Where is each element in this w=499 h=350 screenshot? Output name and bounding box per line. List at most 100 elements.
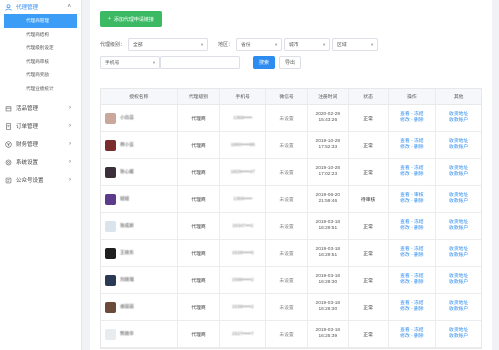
table-row: 刘晓瑞 代理商 1588•••••2 未设置 2019-03-18 16:28:30 正常查… [101,267,481,294]
payment-account-link[interactable]: 收款账户 [449,334,468,341]
sidebar-item-agent-level[interactable]: 代理级别设定 [0,41,81,55]
sidebar-item-agent-reward[interactable]: 代理商奖励 [0,68,81,82]
wechat-cell: 未设置 [266,105,308,131]
search-button[interactable]: 搜索 [253,56,276,69]
agent-submenu: 代理商管理 代理商结构 代理级别设定 代理商审核 代理商奖励 代理业绩统计 [0,14,81,95]
province-select[interactable]: 省份 ▼ [236,38,283,51]
column-header: 注册时间 [308,89,349,104]
sidebar-group-system[interactable]: 系统设置 › [0,153,81,171]
phone-cell: 1369••••• [220,105,267,131]
chevron-right-icon: › [69,177,71,183]
register-time-cell: 2019-10-28 17:52:33 [308,132,349,158]
order-icon [5,122,12,130]
sidebar-group-finance[interactable]: 财务管理 › [0,135,81,153]
add-agent-link-label: 添加代理申请链接 [113,16,154,23]
sidebar-group-goods[interactable]: 活品管理 › [0,99,81,117]
other-cell: 收货地址 收款账户 [436,321,481,347]
operations-cell: 查看 - 冻结 修改 - 删除 [389,132,437,158]
payment-account-link[interactable]: 收款账户 [449,307,468,314]
money-icon [5,140,12,148]
phone-cell: 1890•••••86 [220,132,267,158]
sidebar-group-order[interactable]: 订单管理 › [0,117,81,135]
edit-delete-links[interactable]: 修改 - 删除 [400,226,423,233]
chevron-down-icon: ▼ [370,42,375,47]
avatar [105,193,116,205]
wechat-cell: 未设置 [266,267,308,293]
avatar [105,247,116,259]
payment-account-link[interactable]: 收款账户 [449,280,468,287]
register-clock: 16:25:39 [318,334,338,339]
agent-name: 小白菜 [120,115,134,120]
status-cell: 正常 [349,132,389,158]
payment-account-link[interactable]: 收款账户 [449,253,468,260]
city-select[interactable]: 城市 ▼ [284,38,331,51]
register-time-cell: 2020-02-29 15:43:26 [308,105,349,131]
add-agent-link-button[interactable]: + 添加代理申请链接 [100,11,162,27]
level-cell: 代理商 [178,213,221,239]
level-select[interactable]: 全部 ▼ [128,38,209,51]
table-row: 张心媛 代理商 1829•••••47 未设置 2019-10-28 17:02:23 正常… [101,159,481,186]
chevron-up-icon: ˄ [67,4,71,10]
register-clock: 16:29:51 [318,253,338,258]
edit-delete-links[interactable]: 修改 - 删除 [400,118,423,125]
operations-cell: 查看 - 冻结 修改 - 删除 [389,294,437,320]
payment-account-link[interactable]: 收款账户 [449,172,468,179]
phone-value: 1369••••• [233,196,253,202]
sidebar-group-agent[interactable]: 代理管理 ˄ [0,0,81,14]
edit-delete-links[interactable]: 修改 - 删除 [400,199,423,206]
phone-value: 1539•••••2 [231,304,254,310]
edit-delete-links[interactable]: 修改 - 删除 [400,145,423,152]
agent-table: 授权名称 代理级别 手机号 微信号 注册时间 状态 操作 其他 小白菜 代理商 1369•••••… [100,88,482,349]
wechat-cell: 未设置 [266,213,308,239]
edit-delete-links[interactable]: 修改 - 删除 [400,280,423,287]
district-select[interactable]: 区域 ▼ [332,38,379,51]
payment-account-link[interactable]: 收款账户 [449,118,468,125]
other-cell: 收货地址 收款账户 [436,186,481,212]
edit-delete-links[interactable]: 修改 - 删除 [400,253,423,260]
other-cell: 收货地址 收款账户 [436,159,481,185]
user-icon [5,3,12,11]
name-cell: 张心媛 [101,159,178,185]
table-header: 授权名称 代理级别 手机号 微信号 注册时间 状态 操作 其他 [101,89,481,105]
register-clock: 21:59:46 [318,199,338,204]
district-select-value: 区域 [337,43,347,48]
sidebar-group-label: 财务管理 [16,142,39,148]
avatar [105,328,116,340]
sidebar-group-wechat[interactable]: 公众号设置 › [0,171,81,189]
wechat-cell: 未设置 [266,321,308,347]
phone-cell: 1527•••••7 [220,321,267,347]
status-cell: 正常 [349,159,389,185]
column-header: 微信号 [266,89,308,104]
register-time-cell: 2019-03-18 16:25:39 [308,321,349,347]
payment-account-link[interactable]: 收款账户 [449,145,468,152]
edit-delete-links[interactable]: 修改 - 删除 [400,307,423,314]
sidebar-item-agent-stats[interactable]: 代理业绩统计 [0,82,81,96]
export-button[interactable]: 导出 [279,56,302,69]
search-field-select[interactable]: 手机号 ▼ [100,56,160,69]
other-cell: 收货地址 收款账户 [436,132,481,158]
table-row: 王晓东 代理商 1528•••••5 未设置 2019-03-18 16:29:51 正常查… [101,240,481,267]
edit-delete-links[interactable]: 修改 - 删除 [400,172,423,179]
agent-name: 张成新 [120,223,134,228]
name-cell: 小白菜 [101,105,178,131]
sidebar-item-agent-manage[interactable]: 代理商管理 [4,14,77,28]
payment-account-link[interactable]: 收款账户 [449,199,468,206]
wechat-icon [5,177,12,184]
name-cell: 张成新 [101,213,178,239]
operations-cell: 查看 - 冻结 修改 - 删除 [389,240,437,266]
level-cell: 代理商 [178,240,221,266]
main-area: + 添加代理申请链接 代理级别： 全部 ▼ 地区： 省份 ▼ 城市 ▼ 区域 ▼… [82,0,499,350]
edit-delete-links[interactable]: 修改 - 删除 [400,334,423,341]
search-input[interactable] [160,56,240,69]
sidebar-item-agent-structure[interactable]: 代理商结构 [0,28,81,42]
table-row: 小白菜 代理商 1369••••• 未设置 2020-02-29 15:43:26 正常 查看… [101,105,481,132]
payment-account-link[interactable]: 收款账户 [449,226,468,233]
wechat-cell: 未设置 [266,294,308,320]
agent-name: 谢丽丽 [120,304,134,309]
sidebar-group-label: 公众号设置 [16,178,44,184]
chevron-right-icon: › [69,141,71,147]
sidebar-item-agent-review[interactable]: 代理商审核 [0,55,81,69]
plus-icon: + [108,16,111,22]
level-cell: 代理商 [178,294,221,320]
register-time-cell: 2019-03-18 16:28:30 [308,267,349,293]
